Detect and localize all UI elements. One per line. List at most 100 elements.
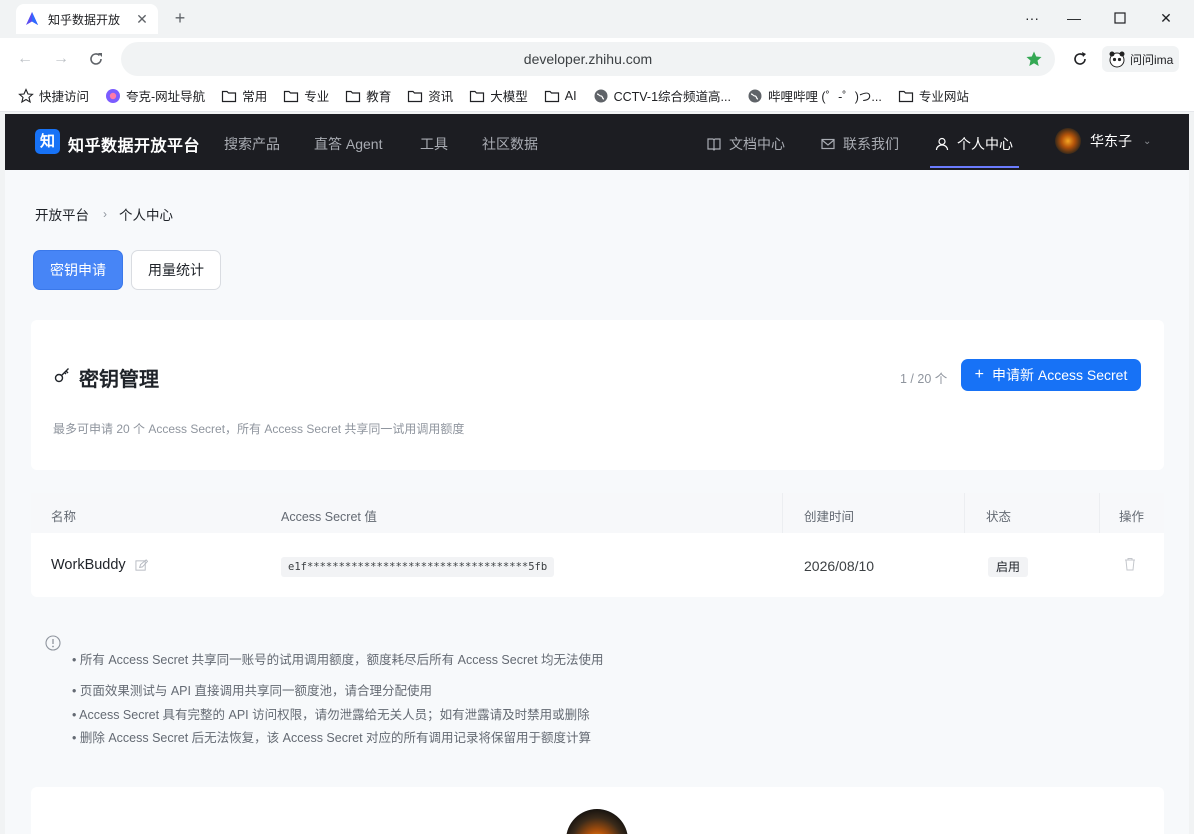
close-window-button[interactable]: ✕ — [1154, 8, 1178, 28]
profile-button[interactable]: 问问ima — [1102, 46, 1180, 72]
bookmark-item[interactable]: 哔哩哔哩 (゜-゜)つ... — [747, 86, 882, 105]
bookmark-star-icon[interactable] — [1025, 50, 1043, 68]
quota-hint: 最多可申请 20 个 Access Secret，所有 Access Secre… — [53, 422, 465, 436]
profile-card — [31, 787, 1164, 834]
breadcrumb-root[interactable]: 开放平台 — [35, 204, 89, 224]
user-icon — [935, 137, 949, 151]
quota-count: 1 / 20 个 — [900, 372, 948, 386]
column-divider — [1099, 493, 1100, 533]
folder-icon — [346, 90, 361, 102]
notice-item: • 页面效果测试与 API 直接调用共享同一额度池，请合理分配使用 — [72, 684, 432, 698]
bookmark-item[interactable]: AI — [544, 88, 577, 104]
brand-title[interactable]: 知乎数据开放平台 — [68, 132, 200, 156]
user-menu[interactable]: 华东子 ⌄ — [1055, 128, 1151, 154]
quark-icon — [106, 88, 121, 103]
star-outline-icon — [18, 87, 34, 103]
bookmark-item[interactable]: 资讯 — [407, 86, 453, 105]
key-management-card: 密钥管理 1 / 20 个 + 申请新 Access Secret 最多可申请 … — [31, 320, 1164, 470]
nav-contact[interactable]: 联系我们 — [820, 134, 899, 154]
bookmark-item[interactable]: 大模型 — [469, 86, 528, 105]
nav-tools[interactable]: 工具 — [420, 134, 448, 154]
more-options-icon[interactable]: ··· — [1020, 8, 1044, 28]
maximize-button[interactable] — [1108, 8, 1132, 28]
panda-avatar-icon — [1109, 51, 1125, 68]
bookmark-item[interactable]: 常用 — [221, 86, 267, 105]
info-icon — [45, 635, 61, 651]
globe-icon — [748, 89, 762, 102]
minimize-button[interactable]: — — [1062, 8, 1086, 28]
avatar — [566, 809, 628, 834]
nav-search-products[interactable]: 搜索产品 — [224, 134, 280, 154]
row-name: WorkBuddy — [51, 557, 148, 573]
table-header: 名称 Access Secret 值 创建时间 状态 操作 — [31, 493, 1164, 533]
nav-community-data[interactable]: 社区数据 — [482, 134, 538, 154]
bookmark-item[interactable]: 快捷访问 — [18, 86, 89, 105]
site-header: 知 知乎数据开放平台 搜索产品 直答 Agent 工具 社区数据 文档中心 联系… — [5, 114, 1189, 170]
tab-usage-stats[interactable]: 用量统计 — [131, 250, 221, 290]
notice-item: • 所有 Access Secret 共享同一账号的试用调用额度，额度耗尽后所有… — [72, 653, 604, 667]
edit-icon[interactable] — [135, 558, 148, 572]
bookmark-item[interactable]: 专业网站 — [898, 86, 969, 105]
url-text: developer.zhihu.com — [523, 51, 653, 67]
address-bar-row: ← → developer.zhihu.com 问问ima — [0, 38, 1194, 80]
close-tab-icon[interactable]: ✕ — [134, 11, 150, 28]
bookmark-item[interactable]: 夸克-网址导航 — [105, 86, 205, 105]
breadcrumb: 开放平台 › 个人中心 — [35, 204, 173, 224]
secret-value: e1f***********************************5f… — [281, 557, 555, 577]
tab-key-application[interactable]: 密钥申请 — [33, 250, 123, 290]
folder-icon — [284, 90, 299, 102]
browser-tab-bar: 知乎数据开放 ✕ + ··· — ✕ — [0, 0, 1194, 38]
book-icon — [707, 138, 721, 151]
folder-icon — [544, 90, 559, 102]
status-badge[interactable]: 启用 — [988, 557, 1029, 577]
user-name: 华东子 — [1090, 133, 1132, 149]
nav-agent[interactable]: 直答 Agent — [314, 134, 382, 154]
browser-tab[interactable]: 知乎数据开放 ✕ — [16, 4, 158, 34]
zhihu-logo[interactable]: 知 — [35, 129, 60, 154]
notice-item: • Access Secret 具有完整的 API 访问权限，请勿泄露给无关人员… — [72, 708, 590, 722]
page-content: 开放平台 › 个人中心 密钥申请 用量统计 密钥管理 1 / 20 个 + 申请… — [5, 170, 1189, 834]
sync-icon[interactable] — [1070, 49, 1090, 69]
forward-button[interactable]: → — [51, 49, 71, 69]
folder-icon — [898, 90, 913, 102]
header-created: 创建时间 — [804, 510, 855, 524]
header-secret: Access Secret 值 — [281, 510, 377, 524]
apply-secret-button[interactable]: + 申请新 Access Secret — [961, 359, 1141, 391]
breadcrumb-current: 个人中心 — [119, 208, 173, 223]
nav-personal-center[interactable]: 个人中心 — [934, 134, 1013, 154]
profile-label: 问问ima — [1130, 52, 1174, 67]
key-icon — [54, 368, 69, 383]
bookmark-item[interactable]: 专业 — [283, 86, 329, 105]
url-bar[interactable]: developer.zhihu.com — [121, 42, 1055, 76]
card-title: 密钥管理 — [79, 369, 159, 391]
column-divider — [964, 493, 965, 533]
reload-button[interactable] — [86, 49, 106, 69]
folder-icon — [470, 90, 485, 102]
new-tab-button[interactable]: + — [170, 8, 190, 28]
back-button[interactable]: ← — [15, 49, 35, 69]
table-row: WorkBuddy e1f***************************… — [31, 533, 1164, 597]
secrets-table: 名称 Access Secret 值 创建时间 状态 操作 WorkBuddy … — [31, 493, 1164, 597]
folder-icon — [408, 90, 423, 102]
bookmark-item[interactable]: 教育 — [345, 86, 391, 105]
nav-docs[interactable]: 文档中心 — [706, 134, 785, 154]
tab-title: 知乎数据开放 — [48, 12, 121, 27]
chevron-right-icon: › — [103, 207, 107, 221]
bookmark-item[interactable]: CCTV-1综合频道高... — [593, 86, 731, 105]
active-nav-indicator — [930, 166, 1019, 168]
avatar — [1055, 128, 1081, 154]
header-actions: 操作 — [1119, 510, 1145, 524]
header-name: 名称 — [51, 510, 77, 524]
chevron-down-icon: ⌄ — [1143, 135, 1152, 147]
column-divider — [782, 493, 783, 533]
mail-icon — [821, 138, 835, 150]
globe-icon — [594, 89, 608, 102]
trash-icon[interactable] — [1123, 557, 1137, 571]
created-date: 2026/08/10 — [804, 558, 875, 574]
notice-item: • 删除 Access Secret 后无法恢复，该 Access Secret… — [72, 731, 592, 745]
header-status: 状态 — [986, 510, 1012, 524]
plus-icon: + — [974, 366, 984, 383]
zhihu-favicon-icon — [26, 12, 38, 25]
folder-icon — [222, 90, 237, 102]
bookmarks-bar: 快捷访问 夸克-网址导航 常用 专业 教育 资讯 大模型 AI CCTV-1综合… — [0, 80, 1194, 112]
